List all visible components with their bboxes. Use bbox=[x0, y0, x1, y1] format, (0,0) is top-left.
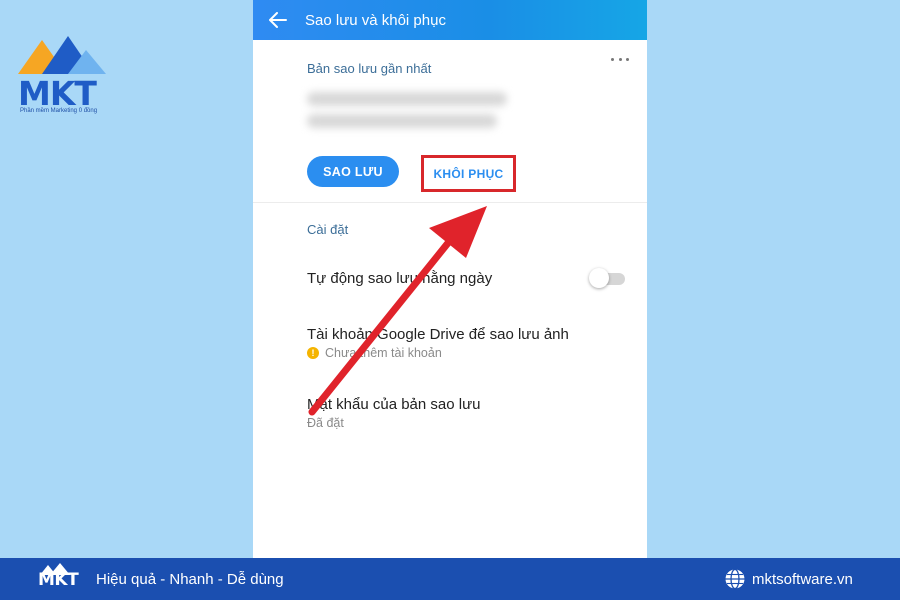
footer-logo-text: MKT bbox=[38, 570, 79, 590]
restore-button[interactable]: KHÔI PHỤC bbox=[421, 155, 516, 192]
footer-logo: MKT bbox=[38, 562, 79, 596]
backup-password-status: Đã đặt bbox=[307, 416, 344, 430]
phone-screen: Sao lưu và khôi phục Bản sao lưu gần nhấ… bbox=[253, 0, 647, 558]
page-title: Sao lưu và khôi phục bbox=[305, 11, 446, 29]
toggle-knob bbox=[589, 268, 609, 288]
footer-website[interactable]: mktsoftware.vn bbox=[752, 571, 853, 588]
mountain-logo-icon bbox=[18, 36, 106, 74]
footer-tagline: Hiệu quả - Nhanh - Dễ dùng bbox=[96, 571, 284, 588]
footer-bar: MKT Hiệu quả - Nhanh - Dễ dùng mktsoftwa… bbox=[0, 558, 900, 600]
divider bbox=[253, 202, 647, 203]
warning-icon: ! bbox=[307, 347, 319, 359]
blurred-backup-info bbox=[307, 92, 507, 106]
drive-account-status: ! Chưa thêm tài khoản bbox=[307, 346, 442, 360]
latest-backup-label: Bản sao lưu gần nhất bbox=[307, 61, 432, 76]
backup-password-title[interactable]: Mật khẩu của bản sao lưu bbox=[307, 396, 480, 413]
drive-account-title[interactable]: Tài khoản Google Drive để sao lưu ảnh bbox=[307, 326, 569, 343]
globe-icon bbox=[725, 568, 745, 590]
auto-backup-title[interactable]: Tự động sao lưu hằng ngày bbox=[307, 270, 492, 287]
blurred-backup-info bbox=[307, 114, 497, 128]
logo-tagline: Phần mềm Marketing 0 đồng bbox=[20, 108, 98, 114]
backup-button[interactable]: SAO LƯU bbox=[307, 156, 399, 187]
arrow-left-icon[interactable] bbox=[269, 10, 289, 30]
auto-backup-toggle[interactable] bbox=[589, 268, 625, 288]
more-horizontal-icon[interactable] bbox=[611, 54, 629, 64]
mkt-logo: MKT Phần mềm Marketing 0 đồng bbox=[12, 30, 112, 120]
settings-label: Cài đặt bbox=[307, 222, 349, 237]
app-bar: Sao lưu và khôi phục bbox=[253, 0, 647, 40]
drive-account-status-text: Chưa thêm tài khoản bbox=[325, 346, 442, 360]
